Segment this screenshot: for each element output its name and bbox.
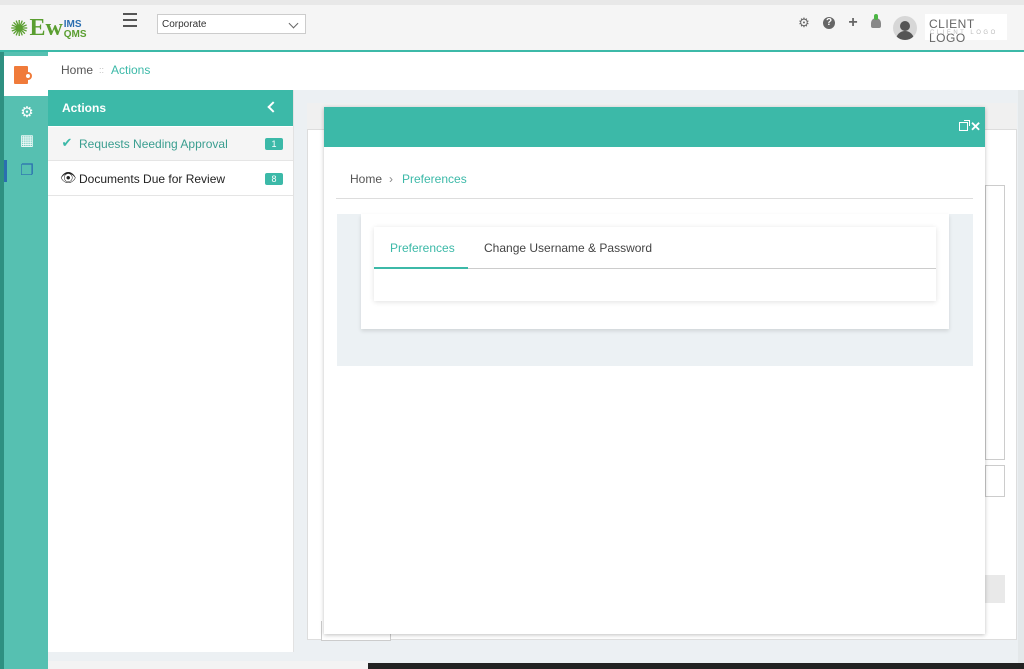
actions-panel: Actions ✔ Requests Needing Approval 1 👁 … [48,90,294,652]
list-item-label: Documents Due for Review [79,172,226,186]
modal-breadcrumb: Home › Preferences [336,158,973,199]
logo-stack: IMS QMS [64,20,87,40]
help-icon[interactable]: ? [823,17,835,29]
tab-change-username-password[interactable]: Change Username & Password [484,241,652,255]
actions-panel-title: Actions [62,101,107,115]
breadcrumb-separator: :: [99,65,105,75]
rail-edge [0,52,4,669]
background-field-2 [985,575,1005,603]
breadcrumb-home[interactable]: Home [61,63,93,77]
logo-qms: QMS [63,29,87,40]
active-tab-indicator [374,267,468,269]
client-logo: CLIENT LOGO CLIENT LOGO [925,14,1007,45]
breadcrumb-current: Actions [111,63,151,77]
background-field [985,465,1005,497]
client-logo-subtext: CLIENT LOGO [930,30,998,36]
modal-breadcrumb-home[interactable]: Home [350,172,382,186]
logo-text: Ew [29,15,63,41]
actions-panel-header: Actions [48,90,293,126]
background-textarea [985,185,1005,460]
modal-body: Preferences Change Username & Password [337,214,973,366]
modal-header: ✕ [324,107,985,147]
building-icon[interactable]: ▦ [18,132,36,150]
list-item-requests-approval[interactable]: ✔ Requests Needing Approval 1 [48,127,293,161]
list-item-label: Requests Needing Approval [79,137,228,151]
app-logo[interactable]: ✺ Ew IMS QMS [10,12,87,40]
list-item-documents-review[interactable]: 👁 Documents Due for Review 8 [48,162,293,196]
breadcrumb: Home :: Actions [48,52,1024,90]
plus-icon[interactable]: + [846,15,860,31]
top-bar: ✺ Ew IMS QMS Corporate ⚙ ? + CLIENT LOGO… [0,0,1024,52]
external-link-icon[interactable] [959,120,970,131]
count-badge: 8 [265,173,283,185]
preferences-card: Preferences Change Username & Password [361,214,949,329]
chevron-down-icon [288,18,299,29]
site-select[interactable]: Corporate [157,14,306,34]
document-icon [14,66,32,84]
logo-burst-icon: ✺ [10,16,29,41]
site-select-value: Corporate [162,19,207,30]
rail-documents-item[interactable] [4,56,48,96]
copy-icon[interactable]: ❐ [18,162,36,180]
bottom-edge-dark [368,663,1024,669]
close-icon[interactable]: ✕ [970,120,981,133]
preferences-modal: ✕ Home › Preferences Preferences Change … [324,107,985,634]
modal-breadcrumb-separator: › [389,172,393,186]
bottom-edge-light [48,661,368,669]
user-avatar[interactable] [893,16,917,40]
top-rule [0,0,1024,5]
modal-breadcrumb-current: Preferences [402,172,467,186]
rail-selected-indicator [4,160,7,182]
page-scrollbar[interactable] [1018,90,1024,669]
collapse-chevron-icon[interactable] [267,101,279,113]
tab-preferences[interactable]: Preferences [390,241,455,255]
eye-icon: 👁 [60,170,77,185]
check-icon: ✔ [61,135,73,150]
gear-icon[interactable]: ⚙ [797,16,811,30]
bell-icon[interactable] [871,14,881,28]
count-badge: 1 [265,138,283,150]
preferences-tabs: Preferences Change Username & Password [374,227,936,301]
menu-toggle-icon[interactable] [123,13,137,27]
gears-icon[interactable]: ⚙ [18,104,36,122]
